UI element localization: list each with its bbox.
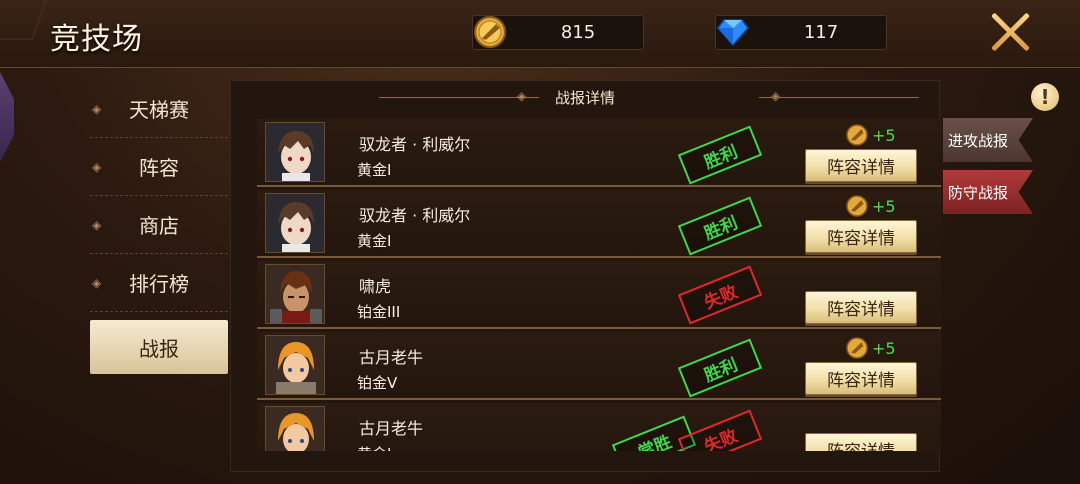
diamond-bullet-icon: ◈: [92, 101, 102, 116]
nav-item-label: 排行榜: [129, 272, 189, 296]
tab-defend-report[interactable]: 防守战报: [943, 170, 1033, 214]
lineup-detail-button[interactable]: 阵容详情: [805, 362, 917, 395]
panel-header: ◈ ◈ 战报详情: [231, 81, 939, 113]
avatar[interactable]: [265, 264, 325, 324]
hero-portrait-icon: [266, 336, 324, 394]
lineup-detail-button[interactable]: 阵容详情: [805, 220, 917, 253]
header-bar: 竞技场 815 117: [0, 0, 1080, 68]
gold-coin-icon: [846, 195, 868, 217]
divider: [379, 97, 539, 98]
avatar[interactable]: [265, 406, 325, 451]
gold-value: 815: [560, 22, 596, 43]
nav-item-label: 战报: [139, 336, 179, 361]
diamond-bullet-icon: ◈: [92, 217, 102, 232]
diamond-counter: 117: [715, 15, 887, 50]
left-edge-handle[interactable]: [0, 72, 14, 162]
nav-item-ladder[interactable]: ◈ 天梯赛: [90, 80, 228, 138]
close-button[interactable]: [988, 10, 1032, 54]
avatar[interactable]: [265, 122, 325, 182]
corner-ornament: [0, 0, 48, 40]
opponent-name: 啸虎: [359, 277, 392, 296]
tab-attack-report[interactable]: 进攻战报: [943, 118, 1033, 162]
gold-coin-icon: [474, 16, 506, 48]
opponent-name: 古月老牛: [359, 419, 424, 438]
diamond-value: 117: [803, 22, 839, 43]
opponent-rank: 铂金III: [357, 303, 401, 321]
reward: +5: [845, 194, 896, 218]
opponent-rank: 黄金I: [357, 232, 392, 250]
lineup-detail-button[interactable]: 阵容详情: [805, 433, 917, 451]
opponent-name: 古月老牛: [359, 348, 424, 367]
panel-title: 战报详情: [554, 88, 615, 107]
diamond-icon: [717, 19, 749, 47]
info-button[interactable]: !: [1031, 83, 1059, 111]
gold-coin-icon: [846, 124, 868, 146]
result-stamp: 胜利: [677, 338, 763, 398]
result-stamp: 胜利: [677, 196, 763, 256]
page-title: 竞技场: [50, 22, 143, 57]
hero-portrait-icon: [266, 194, 324, 252]
nav-item-battle-report[interactable]: 战报: [90, 320, 228, 374]
gold-counter: 815: [472, 15, 644, 50]
battle-report-panel: ◈ ◈ 战报详情 驭龙者 · 利威尔 黄金I 胜利 +5 阵容详情 驭龙者 · …: [230, 80, 941, 472]
lineup-detail-button[interactable]: 阵容详情: [805, 291, 917, 324]
diamond-bullet-icon: ◈: [92, 159, 102, 174]
result-stamp: 胜利: [677, 125, 763, 185]
result-stamp: 失败: [677, 265, 763, 325]
reward: +5: [845, 336, 896, 360]
nav-item-shop[interactable]: ◈ 商店: [90, 196, 228, 254]
reward: +5: [845, 123, 896, 147]
reward-value: +5: [872, 125, 896, 145]
battle-row: 古月老牛 黄金I 常胜 失败 阵容详情: [257, 403, 941, 451]
ornament-icon: ◈: [771, 89, 781, 103]
avatar[interactable]: [265, 193, 325, 253]
opponent-name: 驭龙者 · 利威尔: [359, 206, 471, 225]
nav-item-label: 阵容: [139, 156, 179, 180]
reward-value: +5: [872, 196, 896, 216]
reward-value: +5: [872, 338, 896, 358]
nav-item-label: 商店: [139, 214, 179, 238]
nav-item-leaderboard[interactable]: ◈ 排行榜: [90, 254, 228, 312]
battle-row: 古月老牛 铂金V 胜利 +5 阵容详情: [257, 332, 941, 400]
nav-item-label: 天梯赛: [129, 98, 189, 122]
nav-item-lineup[interactable]: ◈ 阵容: [90, 138, 228, 196]
ornament-icon: ◈: [517, 89, 527, 103]
side-nav: ◈ 天梯赛 ◈ 阵容 ◈ 商店 ◈ 排行榜 战报: [90, 80, 228, 374]
battle-row: 啸虎 铂金III 失败 阵容详情: [257, 261, 941, 329]
opponent-rank: 黄金I: [357, 161, 392, 179]
hero-portrait-icon: [266, 407, 324, 451]
opponent-rank: 黄金I: [357, 443, 391, 451]
info-icon: !: [1040, 85, 1050, 109]
hero-portrait-icon: [266, 265, 324, 323]
diamond-bullet-icon: ◈: [92, 275, 102, 290]
hero-portrait-icon: [266, 123, 324, 181]
battle-row: 驭龙者 · 利威尔 黄金I 胜利 +5 阵容详情: [257, 119, 941, 187]
battle-row: 驭龙者 · 利威尔 黄金I 胜利 +5 阵容详情: [257, 190, 941, 258]
gold-coin-icon: [846, 337, 868, 359]
divider: [759, 97, 919, 98]
avatar[interactable]: [265, 335, 325, 395]
lineup-detail-button[interactable]: 阵容详情: [805, 149, 917, 182]
battle-list[interactable]: 驭龙者 · 利威尔 黄金I 胜利 +5 阵容详情 驭龙者 · 利威尔 黄金I 胜…: [257, 119, 941, 451]
opponent-name: 驭龙者 · 利威尔: [359, 135, 471, 154]
opponent-rank: 铂金V: [357, 374, 398, 392]
